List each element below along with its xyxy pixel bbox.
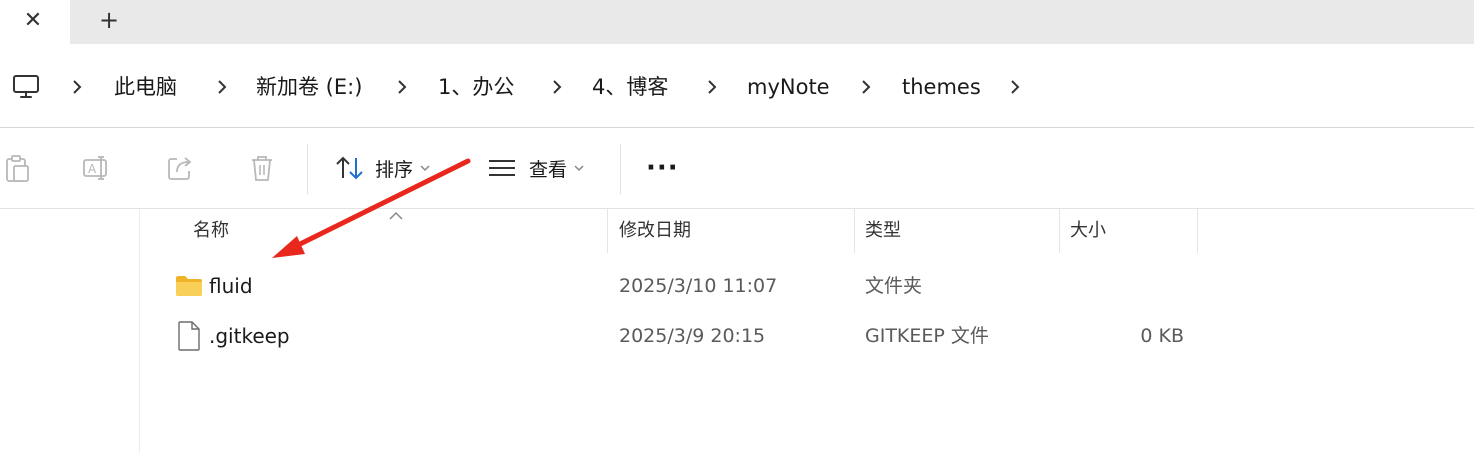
chevron-right-icon[interactable]	[858, 70, 874, 104]
sort-ascending-icon	[389, 211, 403, 220]
tab-strip: ✕ +	[0, 0, 1474, 44]
toolbar-divider	[620, 144, 621, 194]
breadcrumb-volume-e[interactable]: 新加卷 (E:)	[256, 70, 362, 104]
list-view-icon	[489, 160, 515, 176]
file-modified: 2025/3/10 11:07	[619, 275, 778, 297]
column-divider[interactable]	[607, 209, 608, 253]
chevron-down-icon	[573, 164, 585, 172]
chevron-right-icon[interactable]	[1007, 70, 1023, 104]
chevron-right-icon[interactable]	[394, 70, 410, 104]
column-header-name[interactable]: 名称	[193, 209, 229, 253]
file-type: 文件夹	[865, 275, 923, 297]
address-bar: 此电脑 新加卷 (E:) 1、办公 4、博客 myNote themes	[0, 44, 1474, 128]
file-row-gitkeep[interactable]: .gitkeep 2025/3/9 20:15 GITKEEP 文件 0 KB	[140, 313, 1474, 359]
file-name: fluid	[209, 274, 253, 298]
view-button[interactable]: 查看	[487, 151, 585, 185]
file-row-fluid[interactable]: fluid 2025/3/10 11:07 文件夹	[140, 263, 1474, 309]
chevron-right-icon[interactable]	[549, 70, 565, 104]
paste-icon[interactable]	[0, 151, 34, 185]
file-icon	[178, 321, 200, 351]
delete-icon[interactable]	[245, 151, 279, 185]
file-name: .gitkeep	[209, 324, 290, 348]
share-icon[interactable]	[163, 151, 197, 185]
sort-label: 排序	[375, 158, 414, 181]
plus-icon: +	[98, 6, 120, 34]
close-tab-button[interactable]: ✕	[18, 6, 48, 34]
file-type: GITKEEP 文件	[865, 325, 989, 347]
rename-icon[interactable]: A	[80, 151, 114, 185]
column-header-size[interactable]: 大小	[1070, 209, 1106, 253]
column-divider[interactable]	[1197, 209, 1198, 253]
folder-icon	[176, 276, 202, 296]
svg-text:A: A	[88, 162, 97, 176]
view-label: 查看	[529, 158, 568, 181]
close-icon: ✕	[23, 7, 43, 33]
breadcrumb-mynote[interactable]: myNote	[747, 70, 830, 104]
column-header-modified[interactable]: 修改日期	[619, 209, 691, 253]
more-options-button[interactable]: ···	[646, 151, 679, 185]
column-divider[interactable]	[854, 209, 855, 253]
command-bar: A 排序 查看 ···	[0, 129, 1474, 209]
column-header-row: 名称 修改日期 类型 大小	[140, 209, 1474, 253]
column-divider[interactable]	[1059, 209, 1060, 253]
sort-button[interactable]: 排序	[334, 151, 431, 185]
file-size	[1070, 263, 1184, 309]
chevron-down-icon	[419, 164, 431, 172]
new-tab-button[interactable]: +	[94, 6, 124, 34]
breadcrumb-this-pc[interactable]: 此电脑	[114, 70, 177, 104]
breadcrumb-themes[interactable]: themes	[902, 70, 981, 104]
toolbar-divider	[307, 144, 308, 194]
chevron-right-icon[interactable]	[69, 70, 85, 104]
breadcrumb-blog[interactable]: 4、博客	[592, 70, 668, 104]
sort-icon	[336, 156, 363, 180]
chevron-right-icon[interactable]	[214, 70, 230, 104]
chevron-right-icon[interactable]	[704, 70, 720, 104]
breadcrumb: 此电脑 新加卷 (E:) 1、办公 4、博客 myNote themes	[0, 70, 1474, 104]
column-header-type[interactable]: 类型	[865, 209, 901, 253]
more-icon: ···	[646, 153, 679, 183]
file-size: 0 KB	[1140, 325, 1184, 347]
file-modified: 2025/3/9 20:15	[619, 325, 766, 347]
breadcrumb-office[interactable]: 1、办公	[438, 70, 514, 104]
